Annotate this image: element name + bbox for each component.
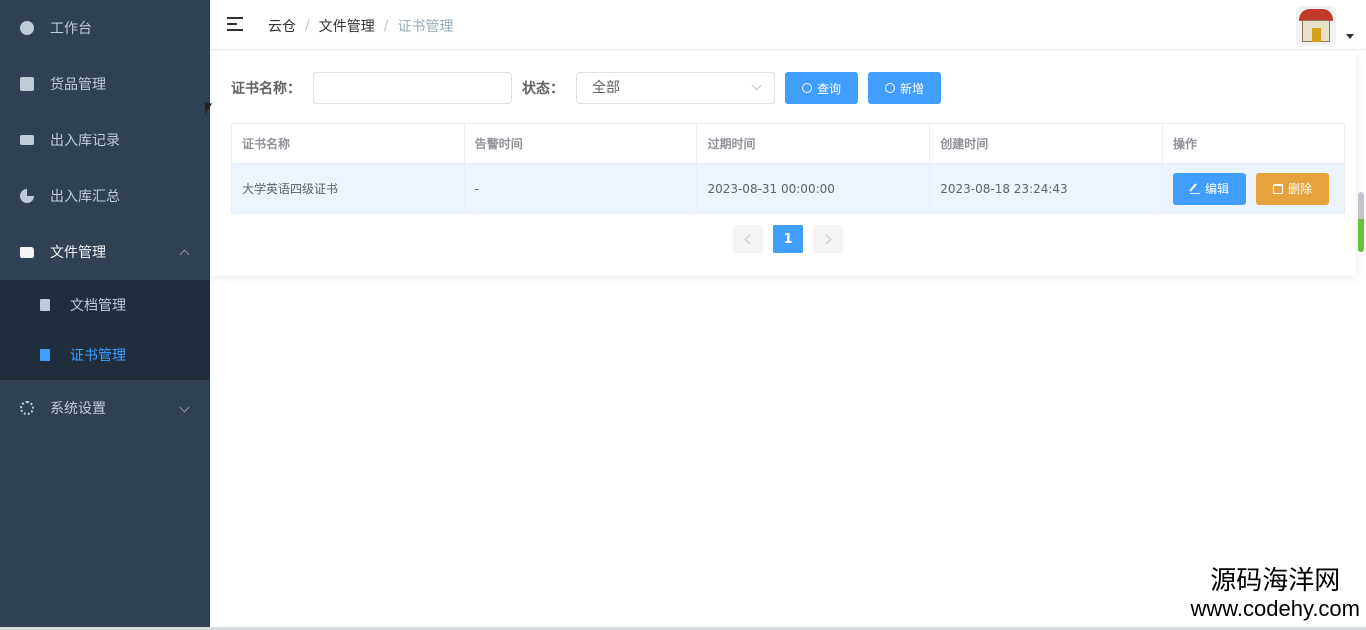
dashboard-icon [20,21,34,35]
sidebar-item-stock-records[interactable]: 出入库记录 [0,112,210,168]
sidebar-item-dashboard[interactable]: 工作台 [0,0,210,56]
chevron-right-icon [821,234,832,244]
sidebar-item-label: 文档管理 [70,298,126,314]
breadcrumb: 云仓 / 文件管理 / 证书管理 [268,16,453,36]
delete-button[interactable]: 删除 [1256,172,1329,205]
breadcrumb-separator: / [383,18,389,34]
sidebar-item-label: 出入库汇总 [50,189,120,205]
document-icon [40,349,50,361]
pie-chart-icon [20,189,34,203]
breadcrumb-item-current: 证书管理 [397,19,454,35]
gear-icon [20,401,34,415]
cell-actions: 编辑 删除 [1162,163,1345,214]
table-row: 大学英语四级证书 - 2023-08-31 00:00:00 2023-08-1… [231,163,1345,214]
search-icon [801,83,812,93]
pagination: 1 [733,225,843,253]
main-content: 证书名称： 状态： 全部 查询 新增 证书名称 告警时间 过期时间 创建时间 操… [210,51,1356,276]
status-select-value: 全部 [592,80,620,96]
document-icon [40,299,50,311]
status-select[interactable]: 全部 [576,72,775,104]
page-number[interactable]: 1 [773,225,803,253]
filter-form: 证书名称： 状态： 全部 查询 新增 [231,72,941,104]
add-button[interactable]: 新增 [868,72,941,104]
avatar[interactable] [1296,6,1336,46]
watermark-url: www.codehy.com [1190,596,1360,621]
breadcrumb-item-home[interactable]: 云仓 [268,16,296,36]
status-label: 状态： [522,81,564,97]
folder-icon [20,246,34,258]
edit-button[interactable]: 编辑 [1173,172,1246,205]
truck-icon [20,135,34,145]
column-header-expire-time: 过期时间 [696,123,931,164]
edit-button-label: 编辑 [1204,182,1229,196]
certificate-name-input[interactable] [313,72,512,104]
chevron-down-icon [751,80,762,91]
breadcrumb-item-files[interactable]: 文件管理 [319,16,375,36]
add-button-label: 新增 [899,81,924,96]
chevron-up-icon [179,249,190,260]
search-button[interactable]: 查询 [785,72,858,104]
submenu-file-management: 文档管理 证书管理 [0,280,210,380]
sidebar-item-system-settings[interactable]: 系统设置 [0,380,210,436]
column-header-create-time: 创建时间 [929,123,1163,164]
box-icon [20,77,34,91]
prev-page-button[interactable] [733,225,763,253]
sidebar-item-label: 出入库记录 [50,133,120,149]
delete-button-label: 删除 [1287,182,1312,196]
sidebar-item-label: 系统设置 [50,401,106,417]
sidebar-item-certificates[interactable]: 证书管理 [0,330,210,380]
search-button-label: 查询 [816,81,841,96]
edit-icon [1189,184,1200,194]
cell-create-time: 2023-08-18 23:24:43 [929,163,1163,214]
sidebar-item-label: 文件管理 [50,245,106,261]
hamburger-icon[interactable] [227,17,243,31]
caret-down-icon[interactable] [1346,34,1354,39]
scrollbar[interactable] [1358,192,1364,252]
sidebar-item-label: 工作台 [50,21,92,37]
plus-circle-icon [884,83,895,93]
sidebar-item-file-management[interactable]: 文件管理 [0,224,210,280]
navbar: 云仓 / 文件管理 / 证书管理 [210,0,1366,50]
chevron-left-icon [744,234,755,244]
cell-expire-time: 2023-08-31 00:00:00 [696,163,931,214]
table-header-row: 证书名称 告警时间 过期时间 创建时间 操作 [231,123,1345,164]
column-header-name: 证书名称 [231,123,465,164]
chevron-down-icon [179,402,190,413]
sidebar: 工作台 货品管理 出入库记录 出入库汇总 文件管理 文档管理 证书管理 系统设置 [0,0,210,630]
trash-icon [1272,183,1283,194]
certificates-table: 证书名称 告警时间 过期时间 创建时间 操作 大学英语四级证书 - 2023-0… [231,123,1345,214]
sidebar-item-documents[interactable]: 文档管理 [0,280,210,330]
watermark: 源码海洋网 www.codehy.com [1190,566,1360,622]
cell-name: 大学英语四级证书 [231,163,465,214]
breadcrumb-separator: / [305,18,310,34]
certificate-name-label: 证书名称： [231,81,301,97]
sidebar-item-stock-summary[interactable]: 出入库汇总 [0,168,210,224]
sidebar-item-label: 证书管理 [70,348,126,364]
column-header-actions: 操作 [1162,123,1345,164]
cell-alarm-time: - [464,163,698,214]
watermark-title: 源码海洋网 [1210,566,1341,596]
sidebar-item-label: 货品管理 [50,77,106,93]
next-page-button[interactable] [813,225,843,253]
sidebar-item-goods[interactable]: 货品管理 [0,56,210,112]
column-header-alarm-time: 告警时间 [464,123,698,164]
mouse-cursor-icon [205,102,212,116]
